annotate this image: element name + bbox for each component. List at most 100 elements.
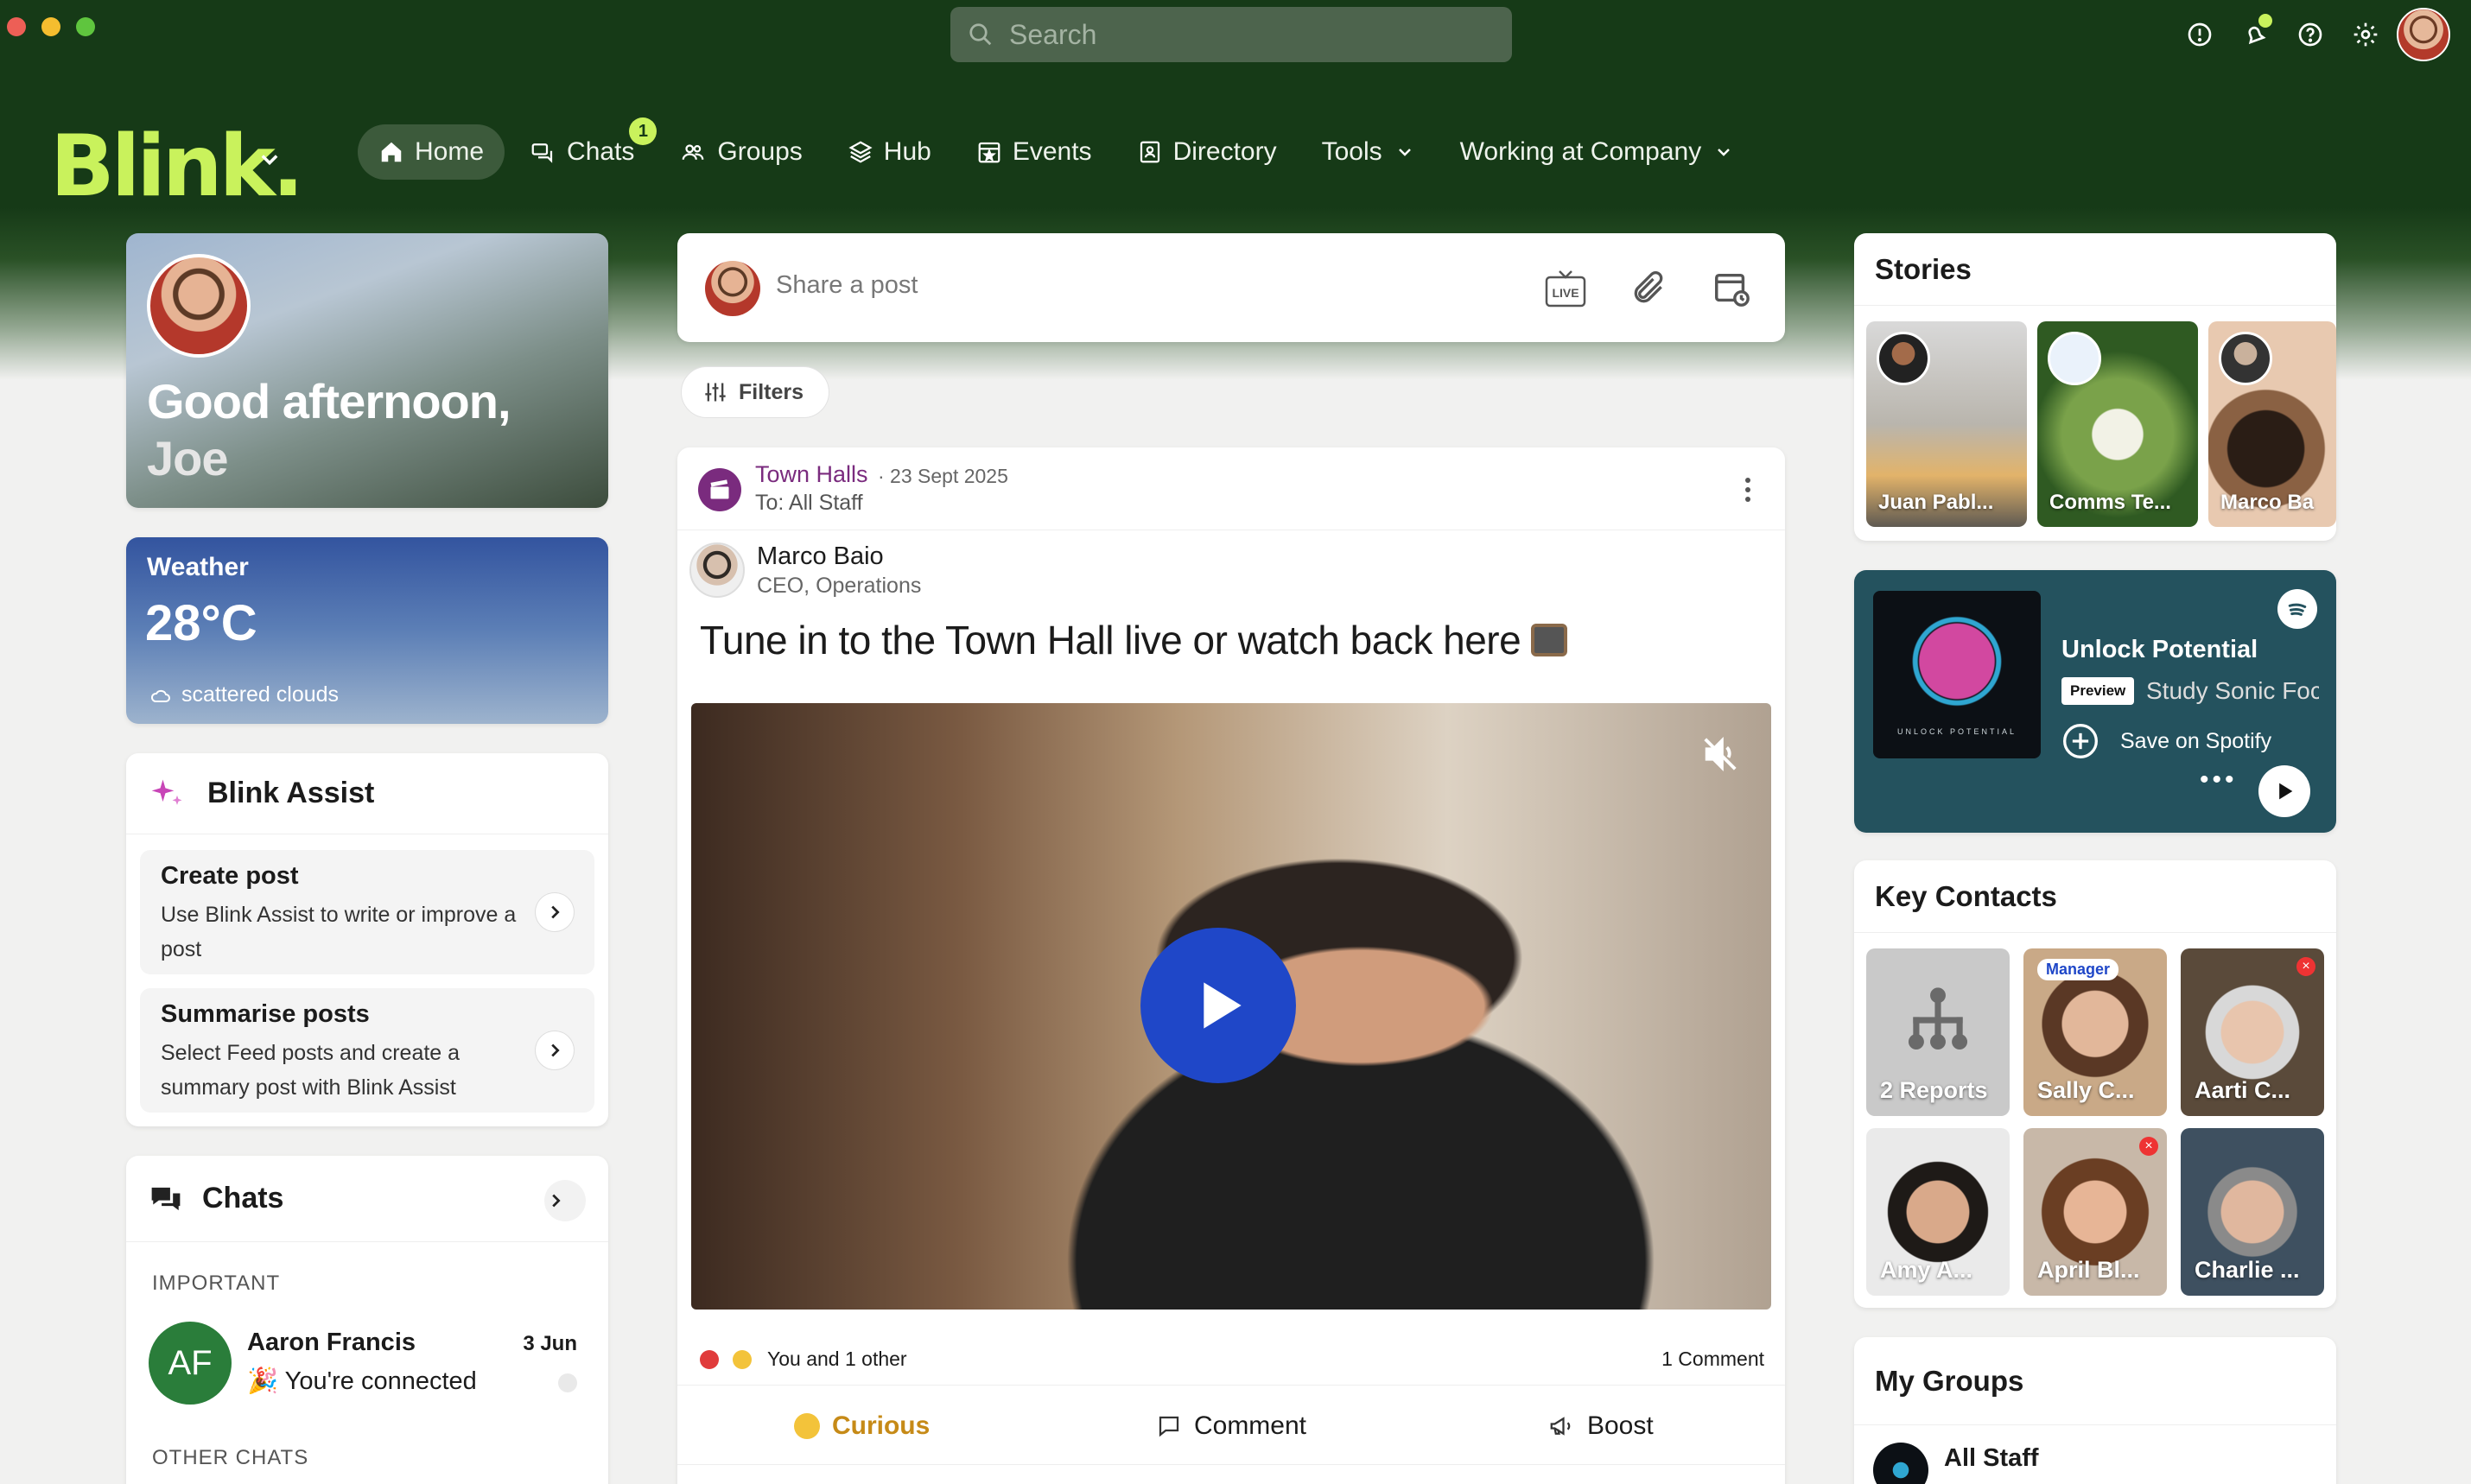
manager-badge: Manager bbox=[2037, 959, 2119, 980]
window-zoom-button[interactable] bbox=[76, 17, 95, 36]
contact-card-icon bbox=[1140, 141, 1159, 163]
reactions-summary[interactable]: You and 1 other bbox=[700, 1348, 907, 1371]
channel-icon[interactable] bbox=[698, 468, 741, 511]
nav-hub-label: Hub bbox=[883, 137, 931, 166]
contact-card[interactable]: Amy A... bbox=[1866, 1128, 2010, 1296]
unread-indicator bbox=[558, 1373, 577, 1392]
search-icon bbox=[969, 23, 992, 46]
alert-button[interactable] bbox=[2172, 9, 2227, 60]
author-avatar[interactable] bbox=[689, 542, 745, 598]
live-button[interactable]: LIVE bbox=[1543, 266, 1588, 311]
greeting-name: Joe bbox=[147, 431, 228, 485]
greeting-text: Good afternoon, Joe bbox=[147, 373, 511, 487]
chevron-down-icon[interactable] bbox=[257, 147, 282, 171]
chats-title: Chats bbox=[202, 1182, 284, 1214]
contact-label: Sally C... bbox=[2037, 1077, 2135, 1103]
nav-chats[interactable]: Chats 1 bbox=[508, 117, 657, 180]
sliders-icon bbox=[705, 383, 726, 402]
contact-card[interactable]: Charlie ... bbox=[2181, 1128, 2324, 1296]
notifications-button[interactable] bbox=[2227, 9, 2283, 60]
assist-item-desc: Select Feed posts and create a summary p… bbox=[161, 1041, 461, 1100]
settings-button[interactable] bbox=[2338, 9, 2393, 60]
spotify-logo-icon[interactable] bbox=[2277, 589, 2317, 629]
weather-label: Weather bbox=[147, 553, 249, 581]
attach-button[interactable] bbox=[1626, 266, 1671, 311]
story-avatar bbox=[2219, 332, 2272, 385]
spotify-more-button[interactable]: ••• bbox=[2200, 765, 2238, 795]
filters-button[interactable]: Filters bbox=[681, 366, 829, 418]
search-input[interactable]: Search bbox=[950, 7, 1512, 62]
comment-button[interactable]: Comment bbox=[1046, 1387, 1415, 1464]
comments-count[interactable]: 1 Comment bbox=[1661, 1348, 1764, 1371]
album-art-label: UNLOCK POTENTIAL bbox=[1896, 727, 2017, 736]
assist-title: Blink Assist bbox=[207, 777, 375, 809]
curious-label: Curious bbox=[831, 1411, 931, 1440]
spotify-play-button[interactable] bbox=[2258, 765, 2310, 817]
composer-placeholder[interactable]: Share a post bbox=[776, 271, 918, 300]
more-options-icon[interactable] bbox=[1744, 477, 1752, 503]
story-item[interactable]: Comms Te... bbox=[2037, 321, 2198, 527]
chat-date: 3 Jun bbox=[523, 1332, 577, 1355]
important-label: IMPORTANT bbox=[152, 1272, 281, 1295]
play-button[interactable] bbox=[1140, 928, 1296, 1083]
contact-card[interactable]: × April Bl... bbox=[2023, 1128, 2167, 1296]
assist-summarise-posts[interactable]: Summarise posts Select Feed posts and cr… bbox=[140, 988, 594, 1113]
user-avatar[interactable] bbox=[2397, 8, 2450, 61]
nav-groups-label: Groups bbox=[717, 137, 803, 166]
save-on-spotify-label: Save on Spotify bbox=[2120, 728, 2272, 753]
layers-icon bbox=[848, 141, 873, 163]
mute-icon[interactable] bbox=[1700, 734, 1740, 774]
save-on-spotify-button[interactable]: Save on Spotify bbox=[2061, 722, 2271, 760]
story-item[interactable]: Marco Ba bbox=[2208, 321, 2336, 527]
help-button[interactable] bbox=[2283, 9, 2338, 60]
spotify-track[interactable]: Study Sonic Focus bbox=[2146, 677, 2319, 705]
album-art[interactable]: UNLOCK POTENTIAL bbox=[1873, 591, 2041, 758]
nav-events[interactable]: Events bbox=[956, 124, 1113, 180]
nav-hub[interactable]: Hub bbox=[827, 124, 952, 180]
post-composer[interactable]: Share a post LIVE bbox=[677, 233, 1785, 342]
spotify-title[interactable]: Unlock Potential bbox=[2061, 636, 2258, 664]
weather-temperature: 28°C bbox=[145, 595, 257, 651]
curious-reaction-button[interactable]: Curious bbox=[677, 1387, 1046, 1464]
tv-emoji-icon bbox=[1531, 624, 1568, 656]
channel-name[interactable]: Town Halls bbox=[755, 461, 868, 488]
nav-tools[interactable]: Tools bbox=[1301, 124, 1436, 180]
nav-groups[interactable]: Groups bbox=[658, 124, 823, 180]
nav-chats-label: Chats bbox=[567, 137, 635, 166]
post-stats: You and 1 other 1 Comment bbox=[677, 1339, 1785, 1386]
author-role: CEO, Operations bbox=[757, 574, 922, 598]
megaphone-icon bbox=[1550, 1416, 1571, 1436]
contact-card[interactable]: × Aarti C... bbox=[2181, 948, 2324, 1116]
window-close-button[interactable] bbox=[7, 17, 26, 36]
top-toolbar bbox=[2172, 8, 2471, 61]
profile-avatar[interactable] bbox=[147, 254, 251, 358]
nav-directory[interactable]: Directory bbox=[1116, 124, 1298, 180]
org-chart-icon bbox=[1908, 987, 1968, 1050]
nav-directory-label: Directory bbox=[1172, 137, 1277, 166]
my-groups-title: My Groups bbox=[1854, 1337, 2336, 1425]
weather-card: Weather 28°C scattered clouds bbox=[126, 537, 608, 724]
nav-working-at-company[interactable]: Working at Company bbox=[1439, 124, 1756, 180]
post-actions: Curious Comment Boost bbox=[677, 1387, 1785, 1465]
main-nav: Home Chats 1 Groups Hub Events Directory… bbox=[358, 117, 1758, 180]
chat-icon bbox=[531, 143, 553, 163]
chats-open-arrow[interactable] bbox=[544, 1180, 586, 1221]
help-icon bbox=[2298, 22, 2322, 47]
story-item[interactable]: Juan Pabl... bbox=[1866, 321, 2027, 527]
video-player[interactable] bbox=[691, 703, 1771, 1310]
window-minimize-button[interactable] bbox=[41, 17, 60, 36]
assist-create-post[interactable]: Create post Use Blink Assist to write or… bbox=[140, 850, 594, 974]
assist-item-title: Summarise posts bbox=[161, 1000, 370, 1028]
contact-card[interactable]: Manager Sally C... bbox=[2023, 948, 2167, 1116]
schedule-button[interactable] bbox=[1709, 266, 1754, 311]
contact-reports[interactable]: 2 Reports bbox=[1866, 948, 2010, 1116]
group-name[interactable]: All Staff bbox=[1944, 1444, 2039, 1473]
chats-header: Chats bbox=[126, 1156, 608, 1242]
author-name[interactable]: Marco Baio bbox=[757, 542, 884, 571]
assist-create-post-arrow[interactable] bbox=[536, 893, 574, 931]
group-avatar[interactable] bbox=[1873, 1443, 1928, 1484]
boost-button[interactable]: Boost bbox=[1416, 1387, 1785, 1464]
assist-summarise-arrow[interactable] bbox=[536, 1031, 574, 1069]
nav-home[interactable]: Home bbox=[358, 124, 505, 180]
contact-label: April Bl... bbox=[2037, 1257, 2140, 1283]
